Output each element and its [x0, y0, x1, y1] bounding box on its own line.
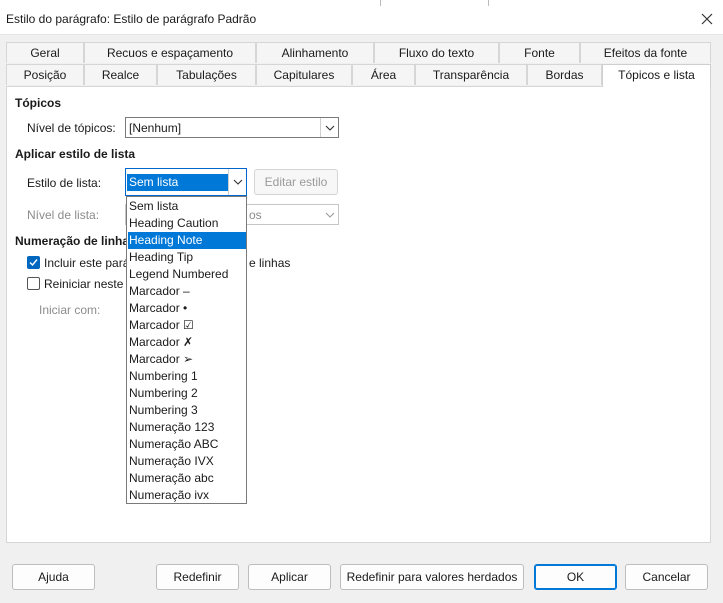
tab-fluxo[interactable]: Fluxo do texto: [374, 42, 499, 63]
dropdown-option-highlighted[interactable]: Heading Note: [128, 232, 246, 249]
dropdown-option[interactable]: Heading Tip: [128, 249, 246, 266]
dropdown-option[interactable]: Marcador •: [128, 300, 246, 317]
dropdown-option[interactable]: Numeração 123: [128, 419, 246, 436]
tab-posicao[interactable]: Posição: [6, 64, 84, 85]
dropdown-option[interactable]: Heading Caution: [128, 215, 246, 232]
start-with-label: Iniciar com:: [39, 303, 101, 317]
dropdown-option[interactable]: Numeração IVX: [128, 453, 246, 470]
tab-area[interactable]: Área: [352, 64, 415, 85]
reset-button[interactable]: Redefinir: [156, 564, 239, 590]
dropdown-option[interactable]: Numbering 2: [128, 385, 246, 402]
list-style-value: Sem lista: [127, 174, 228, 191]
list-level-value: os: [249, 208, 262, 222]
tab-row-2: Posição Realce Tabulações Capitulares Ár…: [6, 64, 711, 87]
tab-bordas[interactable]: Bordas: [527, 64, 602, 85]
include-paragraph-label: Incluir este pará: [44, 256, 130, 270]
tab-row-1: Geral Recuos e espaçamento Alinhamento F…: [6, 42, 711, 64]
tab-alinhamento[interactable]: Alinhamento: [256, 42, 374, 63]
outline-level-value: [Nenhum]: [129, 121, 182, 135]
tab-transparencia[interactable]: Transparência: [415, 64, 527, 85]
tab-geral[interactable]: Geral: [6, 42, 84, 63]
list-level-label: Nível de lista:: [27, 208, 100, 222]
reset-inherited-button[interactable]: Redefinir para valores herdados: [340, 564, 524, 590]
close-button[interactable]: [697, 9, 717, 29]
tab-tabulacoes[interactable]: Tabulações: [157, 64, 256, 85]
dropdown-option[interactable]: Numeração ivx: [128, 487, 246, 504]
chevron-down-icon: [320, 118, 338, 137]
window-title: Estilo do parágrafo: Estilo de parágrafo…: [6, 12, 257, 26]
dropdown-option[interactable]: Legend Numbered: [128, 266, 246, 283]
dropdown-option[interactable]: Marcador –: [128, 283, 246, 300]
dropdown-option[interactable]: Marcador ✗: [128, 334, 246, 351]
list-style-dropdown: Sem lista Heading Caution Heading Note H…: [126, 196, 247, 504]
restart-paragraph-checkbox[interactable]: [27, 277, 40, 290]
tab-topicos-e-lista[interactable]: Tópicos e lista: [602, 64, 711, 87]
tab-capitulares[interactable]: Capitulares: [256, 64, 352, 85]
section-line-numbering-heading: Numeração de linhas: [15, 234, 136, 248]
include-paragraph-checkbox[interactable]: [27, 256, 40, 269]
list-style-select[interactable]: Sem lista: [125, 168, 247, 196]
close-icon: [701, 13, 713, 25]
ok-button[interactable]: OK: [534, 564, 617, 590]
tab-realce[interactable]: Realce: [84, 64, 157, 85]
tab-recuos[interactable]: Recuos e espaçamento: [84, 42, 256, 63]
restart-paragraph-label: Reiniciar neste p: [44, 277, 134, 291]
help-button[interactable]: Ajuda: [12, 564, 95, 590]
include-paragraph-label-tail: e linhas: [249, 256, 291, 270]
list-style-label: Estilo de lista:: [27, 176, 102, 190]
section-topicos-heading: Tópicos: [15, 96, 62, 110]
dropdown-option[interactable]: Numbering 3: [128, 402, 246, 419]
tab-fonte[interactable]: Fonte: [499, 42, 580, 63]
dropdown-option[interactable]: Numeração abc: [128, 470, 246, 487]
dropdown-option[interactable]: Sem lista: [128, 198, 246, 215]
chevron-down-icon: [321, 205, 338, 224]
chevron-down-icon: [228, 169, 246, 195]
tab-efeitos[interactable]: Efeitos da fonte: [580, 42, 711, 63]
checkmark-icon: [29, 259, 38, 267]
outline-level-select[interactable]: [Nenhum]: [125, 117, 339, 138]
apply-button[interactable]: Aplicar: [248, 564, 331, 590]
dropdown-option[interactable]: Marcador ➢: [128, 351, 246, 368]
cancel-button[interactable]: Cancelar: [625, 564, 708, 590]
outline-level-label: Nível de tópicos:: [27, 121, 116, 135]
dropdown-option[interactable]: Numeração ABC: [128, 436, 246, 453]
edit-style-button[interactable]: Editar estilo: [254, 169, 338, 195]
dropdown-option[interactable]: Marcador ☑: [128, 317, 246, 334]
title-bar: Estilo do parágrafo: Estilo de parágrafo…: [0, 6, 723, 35]
dropdown-option[interactable]: Numbering 1: [128, 368, 246, 385]
section-list-style-heading: Aplicar estilo de lista: [15, 147, 136, 161]
